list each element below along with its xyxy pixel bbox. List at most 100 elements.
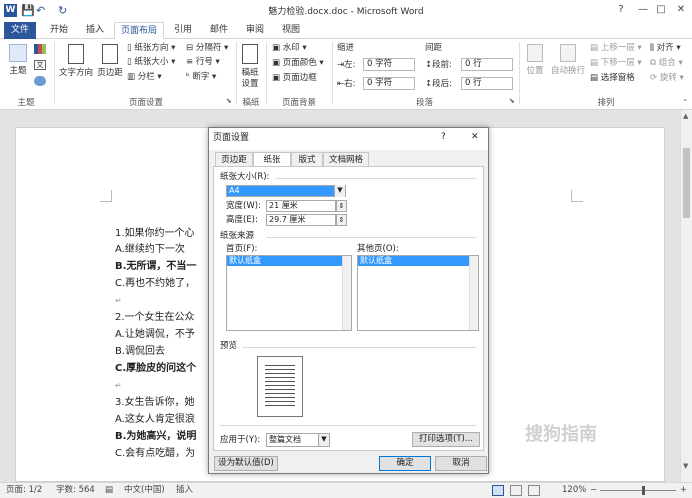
draft-paper-icon [242,44,258,64]
ok-button[interactable]: 确定 [379,456,431,471]
close-button[interactable]: ✕ [672,3,690,17]
tab-home[interactable]: 开始 [42,22,76,39]
line-numbers-button[interactable]: ≡ 行号 ▾ [186,56,220,68]
page-count[interactable]: 页面: 1/2 [6,483,42,498]
height-spin-icon[interactable]: ⇕ [336,214,347,226]
paper-tab-panel: 纸张大小(R): A4 ▼ 宽度(W): 21 厘米 ⇕ 高度(E): 29.7… [213,166,484,451]
bring-forward-button[interactable]: ▤ 上移一层 ▾ [590,42,642,54]
zoom-level[interactable]: 120% [562,483,586,498]
page-color-button[interactable]: ▣ 页面颜色 ▾ [272,57,324,69]
set-default-button[interactable]: 设为默认值(D) [214,456,278,471]
breaks-button[interactable]: ⊟ 分隔符 ▾ [186,42,228,54]
minimize-button[interactable]: — [634,3,652,17]
list-scrollbar[interactable] [469,256,478,330]
tab-references[interactable]: 引用 [166,22,200,39]
selection-pane-button[interactable]: ▤ 选择窗格 [590,72,635,84]
tab-page-layout[interactable]: 页面布局 [114,22,164,40]
wrap-text-button[interactable]: 自动换行 [549,44,587,77]
language[interactable]: 中文(中国) [124,483,165,498]
word-count[interactable]: 字数: 564 [56,483,95,498]
align-button[interactable]: ⫼ 对齐 ▾ [650,42,681,54]
print-layout-icon[interactable] [492,485,504,496]
width-spin-icon[interactable]: ⇕ [336,200,347,212]
send-backward-icon: ▤ [590,58,601,68]
collapse-ribbon-icon[interactable]: ⌃ [682,98,689,107]
restore-button[interactable]: □ [652,3,670,17]
watermark-icon: ▣ [272,43,283,53]
first-page-option[interactable]: 默认纸盒 [227,256,351,266]
send-backward-button[interactable]: ▤ 下移一层 ▾ [590,57,642,69]
dialog-close-button[interactable]: ✕ [471,132,479,142]
doc-line: C.会有点吃醋，为 [115,448,196,459]
indent-right-input[interactable]: 0 字符 [363,77,415,90]
insert-mode[interactable]: 插入 [176,483,193,498]
size-button[interactable]: ▯ 纸张大小 ▾ [127,56,175,68]
doc-line: 2.一个女生在公众 [115,312,195,323]
hyphenation-button[interactable]: ᵇ 断字 ▾ [186,71,216,83]
doc-line: C.再也不约她了， [115,278,196,289]
columns-button[interactable]: ▥ 分栏 ▾ [127,71,162,83]
chevron-down-icon[interactable]: ▼ [334,185,345,197]
rotate-button[interactable]: ⟳ 旋转 ▾ [650,72,684,84]
doc-line: ↵ [115,381,122,390]
theme-fonts-icon[interactable]: 文 [34,60,46,70]
themes-button[interactable]: 主题 [6,44,30,77]
first-page-list[interactable]: 默认纸盒 [226,255,352,331]
dialog-tab-paper[interactable]: 纸张 [253,152,291,167]
width-input[interactable]: 21 厘米 [266,200,336,212]
doc-line: B.为她高兴，说明 [115,431,197,442]
spacing-after-input[interactable]: 0 行 [461,77,513,90]
height-input[interactable]: 29.7 厘米 [266,214,336,226]
tab-mailings[interactable]: 邮件 [202,22,236,39]
scroll-up-icon[interactable]: ▲ [683,112,688,120]
paragraph-launcher-icon[interactable]: ⬊ [509,97,515,105]
tab-file[interactable]: 文件 [4,22,36,39]
print-options-button[interactable]: 打印选项(T)... [412,432,480,447]
dialog-help-button[interactable]: ? [441,132,446,142]
other-pages-label: 其他页(O): [357,244,399,254]
scroll-down-icon[interactable]: ▼ [683,462,688,470]
watermark-button[interactable]: ▣ 水印 ▾ [272,42,307,54]
zoom-out-button[interactable]: − [590,483,597,498]
dialog-tab-margins[interactable]: 页边距 [215,152,253,166]
page-setup-launcher-icon[interactable]: ⬊ [226,97,232,105]
proofing-icon[interactable]: ▤ [105,483,113,498]
theme-effects-icon[interactable] [34,76,46,86]
page-border-button[interactable]: ▣ 页面边框 [272,72,317,84]
zoom-slider-thumb[interactable] [642,486,645,495]
full-screen-icon[interactable] [510,485,522,496]
divider [276,178,476,179]
size-label: 纸张大小 ▾ [134,57,176,67]
doc-line: ↵ [115,296,122,305]
dialog-tab-grid[interactable]: 文档网格 [323,152,369,166]
other-pages-list[interactable]: 默认纸盒 [357,255,479,331]
theme-colors-icon[interactable] [34,44,46,54]
zoom-in-button[interactable]: + [680,483,687,498]
width-label: 宽度(W): [226,201,261,211]
tab-insert[interactable]: 插入 [78,22,112,39]
indent-left-input[interactable]: 0 字符 [363,58,415,71]
dialog-tab-layout[interactable]: 版式 [291,152,323,166]
text-direction-button[interactable]: 文字方向 [58,44,94,79]
ribbon-tabs: 文件 开始 插入 页面布局 引用 邮件 审阅 视图 [0,22,692,40]
scroll-thumb[interactable] [683,148,690,218]
other-pages-option[interactable]: 默认纸盒 [358,256,478,266]
help-button[interactable]: ? [612,3,630,17]
page-setup-group-label: 页面设置 [128,98,163,108]
vertical-scrollbar[interactable]: ▲ ▼ [680,110,692,482]
web-layout-icon[interactable] [528,485,540,496]
tab-review[interactable]: 审阅 [238,22,272,39]
list-scrollbar[interactable] [342,256,351,330]
draft-settings-button[interactable]: 稿纸设置 [239,44,261,90]
orientation-button[interactable]: ▯ 纸张方向 ▾ [127,42,175,54]
tab-view[interactable]: 视图 [274,22,308,39]
group-button[interactable]: ⧉ 组合 ▾ [650,57,683,69]
zoom-slider[interactable] [600,490,676,491]
cancel-button[interactable]: 取消 [435,456,487,471]
spacing-before-input[interactable]: 0 行 [461,58,513,71]
position-button[interactable]: 位置 [523,44,547,77]
apply-to-select[interactable]: 整篇文档 ▼ [266,433,330,447]
margins-button[interactable]: 页边距 [96,44,124,79]
paper-size-select[interactable]: A4 ▼ [226,185,346,197]
chevron-down-icon[interactable]: ▼ [318,434,329,446]
